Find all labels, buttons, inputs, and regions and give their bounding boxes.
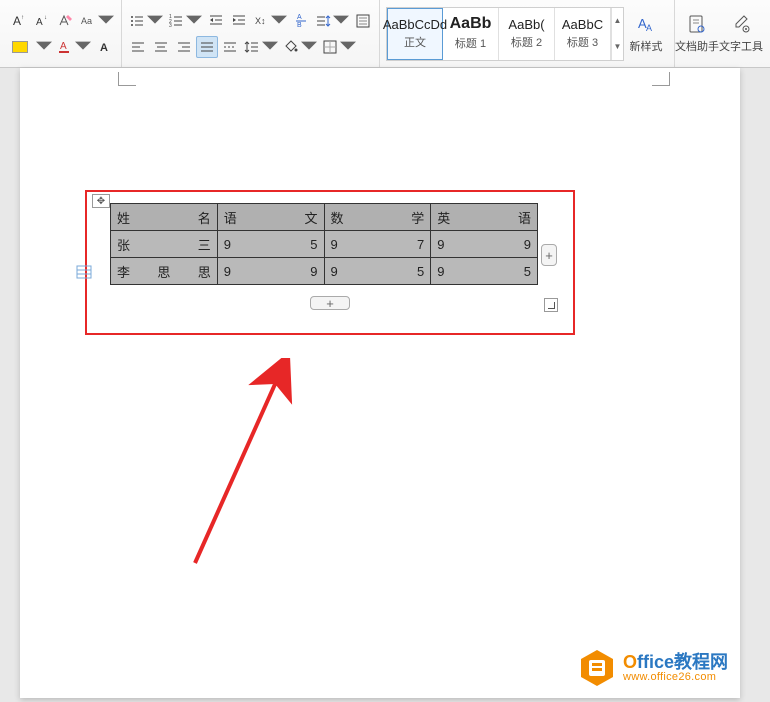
table-row[interactable]: 张三 95 97 99 <box>111 231 538 258</box>
table-cell[interactable]: 95 <box>324 258 431 285</box>
gallery-scroll: ▲ ▼ <box>611 8 623 60</box>
margin-mark-tl <box>118 72 136 86</box>
gallery-scroll-down[interactable]: ▼ <box>612 34 623 60</box>
svg-text:A: A <box>297 14 302 21</box>
distributed-align-button[interactable] <box>219 36 241 58</box>
align-justify-button[interactable] <box>196 36 218 58</box>
document-table[interactable]: 姓名 语文 数学 英语 张三 95 97 99 李思思 99 95 95 <box>110 203 538 285</box>
svg-text:↓: ↓ <box>44 15 47 21</box>
watermark-brand: Office教程网 <box>623 653 728 672</box>
table-move-handle[interactable]: ✥ <box>92 194 110 208</box>
ribbon-group-paragraph: 123 X↕ AB <box>122 0 380 67</box>
svg-text:A: A <box>100 42 108 54</box>
style-preview-text: AaBbCcDd <box>383 18 447 31</box>
increase-indent-button[interactable] <box>228 10 250 32</box>
svg-text:X↕: X↕ <box>255 16 266 26</box>
spacing-button[interactable] <box>313 10 351 32</box>
table-cell[interactable]: 语文 <box>217 204 324 231</box>
svg-text:↑: ↑ <box>21 15 24 21</box>
new-style-label: 新样式 <box>630 38 663 54</box>
font-style-a-button[interactable]: A <box>94 36 116 58</box>
table-cell[interactable]: 张三 <box>111 231 218 258</box>
add-column-button[interactable]: + <box>541 244 557 266</box>
style-preview-text: AaBb <box>450 16 492 32</box>
line-spacing-button[interactable] <box>242 36 280 58</box>
table-cell[interactable]: 97 <box>324 231 431 258</box>
shrink-font-button[interactable]: A↓ <box>32 10 54 32</box>
change-case-button[interactable]: Aa <box>78 10 116 32</box>
svg-text:A: A <box>13 14 21 28</box>
table-row[interactable]: 姓名 语文 数学 英语 <box>111 204 538 231</box>
side-select-icon[interactable] <box>76 265 92 279</box>
watermark-text: Office教程网 www.office26.com <box>623 653 728 683</box>
text-tools-button[interactable]: 文字工具 <box>719 7 763 61</box>
decrease-indent-button[interactable] <box>205 10 227 32</box>
style-preview-text: AaBbC <box>562 18 603 31</box>
gallery-scroll-up[interactable]: ▲ <box>612 8 623 34</box>
ribbon-toolbar: A↑ A↓ Aa A <box>0 0 770 68</box>
svg-text:B: B <box>297 22 302 29</box>
borders-button[interactable] <box>320 36 358 58</box>
ribbon-group-font: A↑ A↓ Aa A <box>4 0 122 67</box>
style-heading1[interactable]: AaBb 标题 1 <box>443 8 499 60</box>
style-label-text: 标题 3 <box>567 34 598 50</box>
watermark-badge-icon <box>577 648 617 688</box>
bullet-list-button[interactable] <box>127 10 165 32</box>
font-color-button[interactable]: A <box>55 36 93 58</box>
grow-font-button[interactable]: A↑ <box>9 10 31 32</box>
align-left-button[interactable] <box>127 36 149 58</box>
style-preview-text: AaBb( <box>508 18 544 31</box>
table-cell[interactable]: 99 <box>217 258 324 285</box>
table-cell[interactable]: 95 <box>217 231 324 258</box>
style-heading3[interactable]: AaBbC 标题 3 <box>555 8 611 60</box>
highlight-dropdown[interactable] <box>32 36 54 58</box>
numbered-list-button[interactable]: 123 <box>166 10 204 32</box>
table-cell[interactable]: 李思思 <box>111 258 218 285</box>
annotation-arrow-icon <box>185 358 315 568</box>
vertical-text-button[interactable]: AB <box>290 10 312 32</box>
style-normal[interactable]: AaBbCcDd 正文 <box>387 8 443 60</box>
table-cell[interactable]: 数学 <box>324 204 431 231</box>
svg-text:3: 3 <box>169 23 172 29</box>
clear-format-button[interactable] <box>55 10 77 32</box>
document-page[interactable]: ✥ 姓名 语文 数学 英语 张三 95 97 99 李思思 99 95 95 +… <box>20 68 740 698</box>
svg-text:A: A <box>646 23 652 33</box>
svg-text:Aa: Aa <box>81 16 92 26</box>
style-heading2[interactable]: AaBb( 标题 2 <box>499 8 555 60</box>
align-right-button[interactable] <box>173 36 195 58</box>
styles-gallery: AaBbCcDd 正文 AaBb 标题 1 AaBb( 标题 2 AaBbC 标… <box>386 7 624 61</box>
new-style-button[interactable]: AA 新样式 <box>624 7 668 61</box>
doc-assistant-label: 文档助手 <box>675 38 719 54</box>
margin-mark-tr <box>652 72 670 86</box>
style-label-text: 标题 2 <box>511 34 542 50</box>
highlight-button[interactable] <box>9 36 31 58</box>
shading-button[interactable] <box>281 36 319 58</box>
table-resize-handle[interactable] <box>544 298 558 312</box>
paragraph-dialog-button[interactable] <box>352 10 374 32</box>
style-label-text: 标题 1 <box>455 35 486 51</box>
ribbon-group-styles: AaBbCcDd 正文 AaBb 标题 1 AaBb( 标题 2 AaBbC 标… <box>380 0 675 67</box>
table-cell[interactable]: 英语 <box>431 204 538 231</box>
text-tools-label: 文字工具 <box>719 38 763 54</box>
watermark-url: www.office26.com <box>623 672 728 684</box>
align-center-button[interactable] <box>150 36 172 58</box>
doc-assistant-button[interactable]: 文档助手 <box>675 7 719 61</box>
site-watermark: Office教程网 www.office26.com <box>577 648 728 688</box>
table-row[interactable]: 李思思 99 95 95 <box>111 258 538 285</box>
add-row-button[interactable]: + <box>310 296 350 310</box>
table-cell[interactable]: 姓名 <box>111 204 218 231</box>
svg-text:A: A <box>36 17 43 28</box>
svg-text:A: A <box>60 41 67 52</box>
table-cell[interactable]: 99 <box>431 231 538 258</box>
table-cell[interactable]: 95 <box>431 258 538 285</box>
text-direction-button[interactable]: X↕ <box>251 10 289 32</box>
style-label-text: 正文 <box>404 34 426 50</box>
